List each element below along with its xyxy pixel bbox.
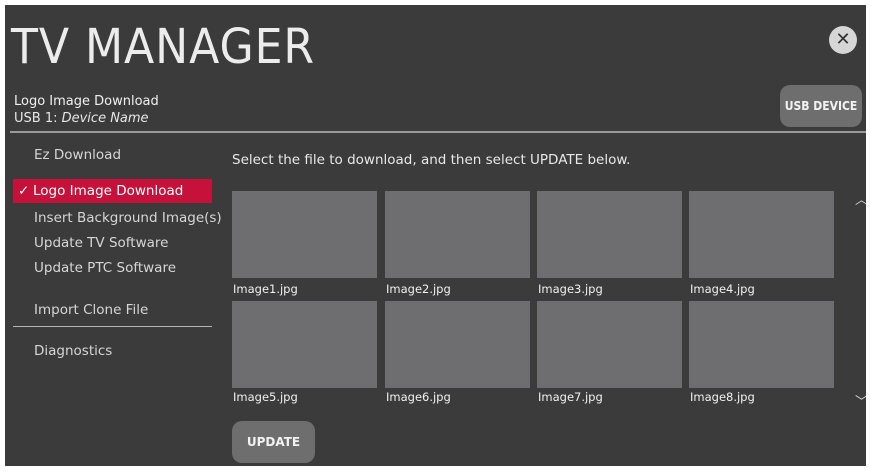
menu-item-label: Diagnostics <box>34 343 113 359</box>
file-thumbnail-7[interactable] <box>537 301 682 388</box>
update-button[interactable]: UPDATE <box>232 421 315 463</box>
menu-item-label: Import Clone File <box>34 302 149 318</box>
device-label: USB 1: Device Name <box>14 111 149 126</box>
menu-divider <box>13 326 212 327</box>
file-name-3: Image3.jpg <box>538 282 603 296</box>
file-thumbnail-2[interactable] <box>385 191 530 278</box>
menu-item-label: Update TV Software <box>34 235 169 251</box>
file-thumbnail-8[interactable] <box>689 301 834 388</box>
file-name-1: Image1.jpg <box>233 282 298 296</box>
checkmark-icon: ✓ <box>18 183 30 199</box>
menu-item-update-ptc-software[interactable]: Update PTC Software <box>13 256 212 280</box>
header-divider <box>10 131 866 133</box>
menu-item-import-clone-file[interactable]: Import Clone File <box>13 298 212 322</box>
page-title: TV MANAGER <box>11 19 316 75</box>
menu-item-label: Update PTC Software <box>34 260 177 276</box>
menu-item-label: Ez Download <box>34 147 122 163</box>
device-prefix: USB 1: <box>14 111 62 126</box>
file-thumbnail-1[interactable] <box>232 191 377 278</box>
file-thumbnail-5[interactable] <box>232 301 377 388</box>
menu-item-logo-image-download[interactable]: ✓ Logo Image Download <box>13 179 212 203</box>
menu-item-label: Insert Background Image(s) <box>34 210 222 226</box>
breadcrumb: Logo Image Download <box>14 94 159 109</box>
scroll-up-icon[interactable]: ︿ <box>855 189 866 208</box>
scroll-down-icon[interactable]: ﹀ <box>855 391 866 410</box>
file-name-2: Image2.jpg <box>386 282 451 296</box>
file-name-6: Image6.jpg <box>386 390 451 404</box>
file-thumbnail-3[interactable] <box>537 191 682 278</box>
file-thumbnail-6[interactable] <box>385 301 530 388</box>
close-button[interactable]: ✕ <box>829 26 857 54</box>
menu-item-update-tv-software[interactable]: Update TV Software <box>13 231 212 255</box>
file-name-5: Image5.jpg <box>233 390 298 404</box>
menu-item-label: Logo Image Download <box>33 183 184 199</box>
device-name: Device Name <box>61 111 149 126</box>
close-icon: ✕ <box>835 29 851 50</box>
menu-item-ez-download[interactable]: Ez Download <box>13 143 212 167</box>
instruction-text: Select the file to download, and then se… <box>232 152 631 168</box>
file-thumbnail-4[interactable] <box>689 191 834 278</box>
file-name-8: Image8.jpg <box>690 390 755 404</box>
menu-item-diagnostics[interactable]: Diagnostics <box>13 339 212 363</box>
usb-device-button[interactable]: USB DEVICE <box>780 85 862 127</box>
menu-item-insert-background[interactable]: Insert Background Image(s) <box>13 206 222 230</box>
file-name-4: Image4.jpg <box>690 282 755 296</box>
file-name-7: Image7.jpg <box>538 390 603 404</box>
tv-manager-screen: TV MANAGER ✕ Logo Image Download USB 1: … <box>5 5 866 466</box>
